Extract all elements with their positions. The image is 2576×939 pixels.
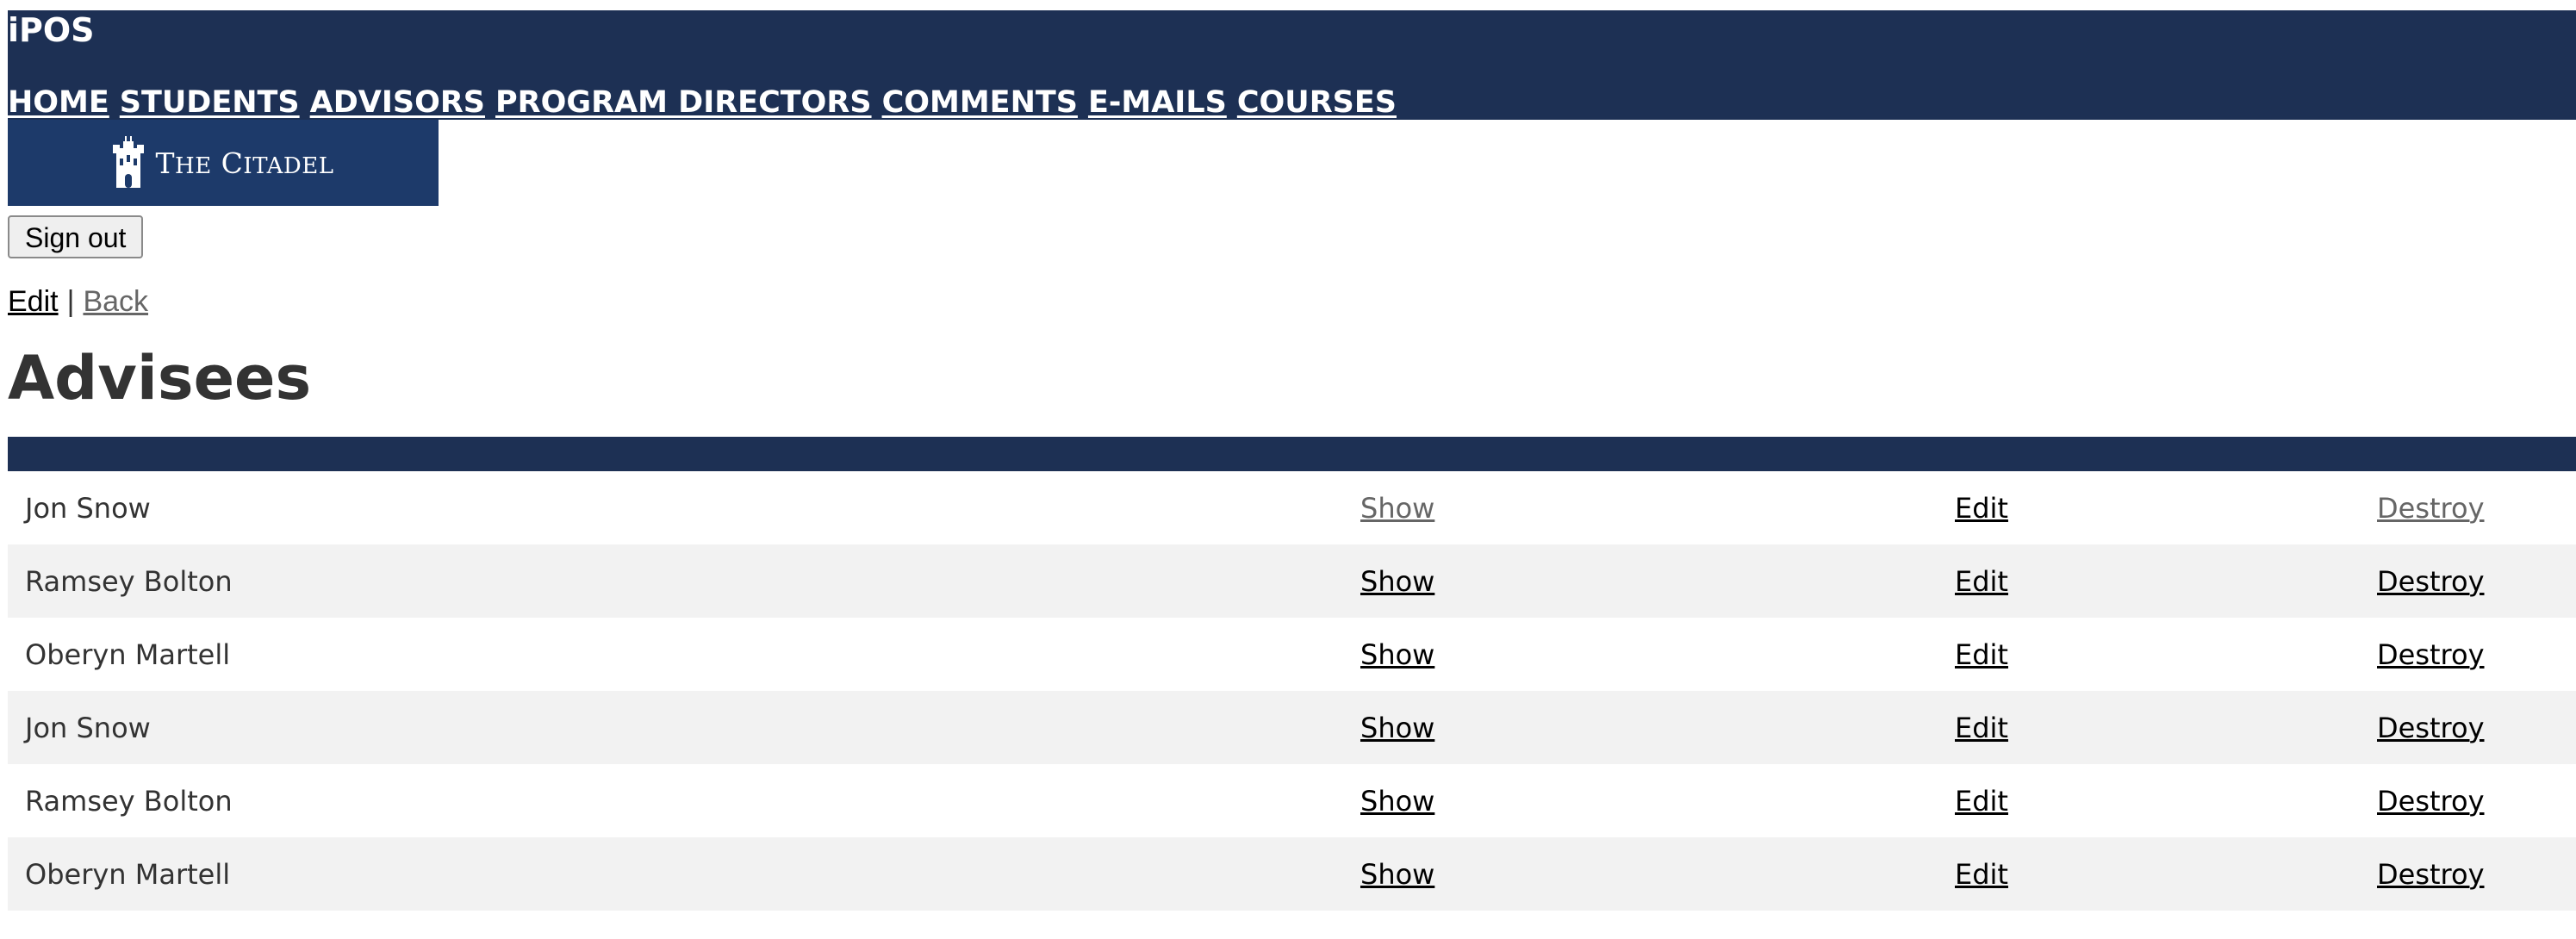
nav-comments[interactable]: COMMENTS: [882, 84, 1078, 121]
record-actions: Edit | Back: [8, 284, 2576, 319]
page-title: Advisees: [8, 343, 312, 414]
advisee-name: Oberyn Martell: [25, 637, 231, 671]
table-row: Jon Snow Show Edit Destroy: [8, 691, 2576, 764]
destroy-link[interactable]: Destroy: [2377, 785, 2485, 818]
back-link[interactable]: Back: [83, 285, 148, 318]
edit-link[interactable]: Edit: [1955, 712, 2008, 744]
table-row: Ramsey Bolton Show Edit Destroy: [8, 544, 2576, 618]
nav-courses[interactable]: COURSES: [1237, 84, 1397, 121]
edit-link[interactable]: Edit: [1955, 638, 2008, 671]
nav-advisors[interactable]: ADVISORS: [310, 84, 485, 121]
advisee-name: Ramsey Bolton: [25, 564, 233, 598]
advisees-table: Jon Snow Show Edit Destroy Ramsey Bolton…: [8, 471, 2576, 911]
show-link[interactable]: Show: [1360, 638, 1434, 671]
main-nav: HOME STUDENTS ADVISORS PROGRAM DIRECTORS…: [8, 84, 1397, 121]
destroy-link[interactable]: Destroy: [2377, 712, 2485, 744]
page: iPOS HOME STUDENTS ADVISORS PROGRAM DIRE…: [8, 10, 2576, 911]
advisee-name: Oberyn Martell: [25, 857, 231, 891]
destroy-link[interactable]: Destroy: [2377, 858, 2485, 891]
advisee-name: Jon Snow: [25, 711, 151, 744]
app-title: iPOS: [8, 11, 95, 49]
edit-link[interactable]: Edit: [1955, 858, 2008, 891]
citadel-castle-icon: [112, 136, 144, 188]
show-link[interactable]: Show: [1360, 492, 1434, 525]
sign-out-button[interactable]: Sign out: [8, 215, 144, 258]
table-row: Oberyn Martell Show Edit Destroy: [8, 618, 2576, 691]
show-link[interactable]: Show: [1360, 712, 1434, 744]
table-row: Oberyn Martell Show Edit Destroy: [8, 837, 2576, 911]
action-separator: |: [66, 285, 75, 318]
edit-link[interactable]: Edit: [1955, 492, 2008, 525]
show-link[interactable]: Show: [1360, 858, 1434, 891]
edit-link[interactable]: Edit: [8, 285, 59, 318]
table-row: Jon Snow Show Edit Destroy: [8, 471, 2576, 544]
nav-students[interactable]: STUDENTS: [120, 84, 300, 121]
citadel-logo: THE CITADEL: [8, 120, 439, 206]
edit-link[interactable]: Edit: [1955, 565, 2008, 598]
destroy-link[interactable]: Destroy: [2377, 492, 2485, 525]
destroy-link[interactable]: Destroy: [2377, 565, 2485, 598]
logo-wordmark: THE CITADEL: [155, 146, 334, 180]
table-row: Ramsey Bolton Show Edit Destroy: [8, 764, 2576, 837]
destroy-link[interactable]: Destroy: [2377, 638, 2485, 671]
advisees-table-header: [8, 437, 2576, 471]
show-link[interactable]: Show: [1360, 785, 1434, 818]
show-link[interactable]: Show: [1360, 565, 1434, 598]
nav-home[interactable]: HOME: [8, 84, 109, 121]
top-nav-bar: iPOS HOME STUDENTS ADVISORS PROGRAM DIRE…: [8, 10, 2576, 120]
edit-link[interactable]: Edit: [1955, 785, 2008, 818]
advisee-name: Ramsey Bolton: [25, 784, 233, 818]
nav-program-directors[interactable]: PROGRAM DIRECTORS: [495, 84, 872, 121]
nav-emails[interactable]: E-MAILS: [1088, 84, 1227, 121]
advisee-name: Jon Snow: [25, 491, 151, 525]
